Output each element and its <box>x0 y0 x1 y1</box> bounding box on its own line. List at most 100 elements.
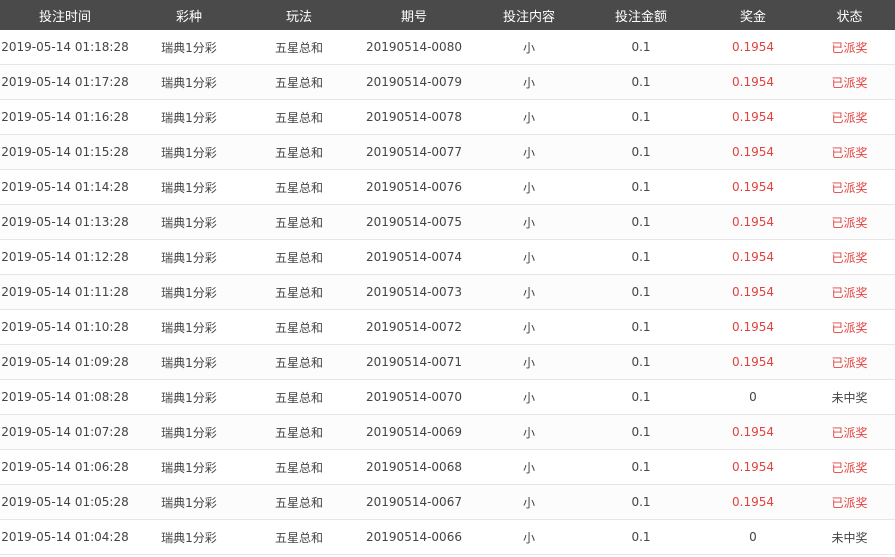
cell-bet-amount: 0.1 <box>580 379 702 415</box>
cell-lottery-type: 瑞典1分彩 <box>130 309 248 345</box>
cell-bet-amount: 0.1 <box>580 239 702 275</box>
cell-prize: 0.1954 <box>702 64 804 100</box>
cell-lottery-type: 瑞典1分彩 <box>130 30 248 65</box>
cell-play-type: 五星总和 <box>248 414 350 450</box>
table-row[interactable]: 2019-05-14 01:10:28 瑞典1分彩 五星总和 20190514-007… <box>0 309 895 345</box>
cell-bet-content: 小 <box>478 274 580 310</box>
table-header-row: 投注时间 彩种 玩法 期号 投注内容 投注金额 奖金 状态 <box>0 0 895 30</box>
cell-bet-content: 小 <box>478 169 580 205</box>
cell-play-type: 五星总和 <box>248 204 350 240</box>
cell-issue-number: 20190514-0070 <box>350 379 478 415</box>
cell-status: 已派奖 <box>804 309 895 345</box>
cell-prize: 0.1954 <box>702 449 804 485</box>
table-row[interactable]: 2019-05-14 01:07:28 瑞典1分彩 五星总和 20190514-006… <box>0 414 895 450</box>
cell-prize: 0.1954 <box>702 414 804 450</box>
cell-bet-amount: 0.1 <box>580 99 702 135</box>
cell-prize: 0.1954 <box>702 99 804 135</box>
cell-lottery-type: 瑞典1分彩 <box>130 379 248 415</box>
cell-bet-time: 2019-05-14 01:13:28 <box>0 204 130 240</box>
cell-prize: 0.1954 <box>702 134 804 170</box>
table-row[interactable]: 2019-05-14 01:06:28 瑞典1分彩 五星总和 20190514-006… <box>0 449 895 485</box>
cell-prize: 0.1954 <box>702 169 804 205</box>
cell-play-type: 五星总和 <box>248 134 350 170</box>
cell-lottery-type: 瑞典1分彩 <box>130 449 248 485</box>
cell-prize: 0.1954 <box>702 204 804 240</box>
cell-lottery-type: 瑞典1分彩 <box>130 274 248 310</box>
cell-bet-content: 小 <box>478 99 580 135</box>
table-row[interactable]: 2019-05-14 01:05:28 瑞典1分彩 五星总和 20190514-006… <box>0 484 895 520</box>
bet-history-table: 投注时间 彩种 玩法 期号 投注内容 投注金额 奖金 状态 2019-05-14… <box>0 0 895 555</box>
table-body: 2019-05-14 01:18:28 瑞典1分彩 五星总和 20190514-008… <box>0 30 895 555</box>
table-row[interactable]: 2019-05-14 01:18:28 瑞典1分彩 五星总和 20190514-008… <box>0 30 895 65</box>
cell-bet-amount: 0.1 <box>580 274 702 310</box>
cell-status: 未中奖 <box>804 379 895 415</box>
cell-lottery-type: 瑞典1分彩 <box>130 169 248 205</box>
table-row[interactable]: 2019-05-14 01:14:28 瑞典1分彩 五星总和 20190514-007… <box>0 169 895 205</box>
cell-play-type: 五星总和 <box>248 239 350 275</box>
cell-lottery-type: 瑞典1分彩 <box>130 414 248 450</box>
table-row[interactable]: 2019-05-14 01:15:28 瑞典1分彩 五星总和 20190514-007… <box>0 134 895 170</box>
header-bet-content: 投注内容 <box>478 0 580 30</box>
cell-lottery-type: 瑞典1分彩 <box>130 519 248 555</box>
cell-lottery-type: 瑞典1分彩 <box>130 134 248 170</box>
cell-prize: 0.1954 <box>702 239 804 275</box>
cell-play-type: 五星总和 <box>248 484 350 520</box>
table-row[interactable]: 2019-05-14 01:09:28 瑞典1分彩 五星总和 20190514-007… <box>0 344 895 380</box>
cell-status: 已派奖 <box>804 64 895 100</box>
cell-status: 已派奖 <box>804 449 895 485</box>
table-row[interactable]: 2019-05-14 01:16:28 瑞典1分彩 五星总和 20190514-007… <box>0 99 895 135</box>
cell-status: 已派奖 <box>804 484 895 520</box>
cell-bet-amount: 0.1 <box>580 169 702 205</box>
header-status: 状态 <box>804 0 895 30</box>
cell-bet-time: 2019-05-14 01:05:28 <box>0 484 130 520</box>
cell-bet-amount: 0.1 <box>580 64 702 100</box>
cell-lottery-type: 瑞典1分彩 <box>130 99 248 135</box>
table-row[interactable]: 2019-05-14 01:08:28 瑞典1分彩 五星总和 20190514-007… <box>0 379 895 415</box>
cell-bet-amount: 0.1 <box>580 309 702 345</box>
cell-prize: 0.1954 <box>702 309 804 345</box>
cell-play-type: 五星总和 <box>248 169 350 205</box>
cell-bet-content: 小 <box>478 64 580 100</box>
cell-status: 已派奖 <box>804 239 895 275</box>
cell-issue-number: 20190514-0077 <box>350 134 478 170</box>
cell-status: 已派奖 <box>804 274 895 310</box>
cell-bet-amount: 0.1 <box>580 484 702 520</box>
header-bet-amount: 投注金额 <box>580 0 702 30</box>
cell-bet-content: 小 <box>478 449 580 485</box>
cell-bet-time: 2019-05-14 01:07:28 <box>0 414 130 450</box>
header-play-type: 玩法 <box>248 0 350 30</box>
cell-prize: 0 <box>702 519 804 555</box>
table-row[interactable]: 2019-05-14 01:12:28 瑞典1分彩 五星总和 20190514-007… <box>0 239 895 275</box>
cell-issue-number: 20190514-0068 <box>350 449 478 485</box>
header-bet-time: 投注时间 <box>0 0 130 30</box>
cell-lottery-type: 瑞典1分彩 <box>130 64 248 100</box>
cell-prize: 0.1954 <box>702 484 804 520</box>
cell-bet-content: 小 <box>478 239 580 275</box>
cell-issue-number: 20190514-0072 <box>350 309 478 345</box>
cell-issue-number: 20190514-0079 <box>350 64 478 100</box>
cell-play-type: 五星总和 <box>248 519 350 555</box>
cell-bet-content: 小 <box>478 519 580 555</box>
table-row[interactable]: 2019-05-14 01:13:28 瑞典1分彩 五星总和 20190514-007… <box>0 204 895 240</box>
cell-issue-number: 20190514-0076 <box>350 169 478 205</box>
cell-lottery-type: 瑞典1分彩 <box>130 204 248 240</box>
cell-issue-number: 20190514-0075 <box>350 204 478 240</box>
header-issue-number: 期号 <box>350 0 478 30</box>
cell-bet-time: 2019-05-14 01:08:28 <box>0 379 130 415</box>
cell-bet-amount: 0.1 <box>580 30 702 65</box>
cell-bet-amount: 0.1 <box>580 134 702 170</box>
cell-issue-number: 20190514-0080 <box>350 30 478 65</box>
table-row[interactable]: 2019-05-14 01:04:28 瑞典1分彩 五星总和 20190514-006… <box>0 519 895 555</box>
cell-play-type: 五星总和 <box>248 449 350 485</box>
cell-bet-amount: 0.1 <box>580 414 702 450</box>
cell-bet-amount: 0.1 <box>580 344 702 380</box>
table-row[interactable]: 2019-05-14 01:11:28 瑞典1分彩 五星总和 20190514-007… <box>0 274 895 310</box>
cell-lottery-type: 瑞典1分彩 <box>130 239 248 275</box>
cell-bet-time: 2019-05-14 01:06:28 <box>0 449 130 485</box>
table-row[interactable]: 2019-05-14 01:17:28 瑞典1分彩 五星总和 20190514-007… <box>0 64 895 100</box>
cell-play-type: 五星总和 <box>248 344 350 380</box>
cell-status: 已派奖 <box>804 414 895 450</box>
cell-bet-content: 小 <box>478 484 580 520</box>
cell-bet-content: 小 <box>478 134 580 170</box>
cell-status: 已派奖 <box>804 99 895 135</box>
